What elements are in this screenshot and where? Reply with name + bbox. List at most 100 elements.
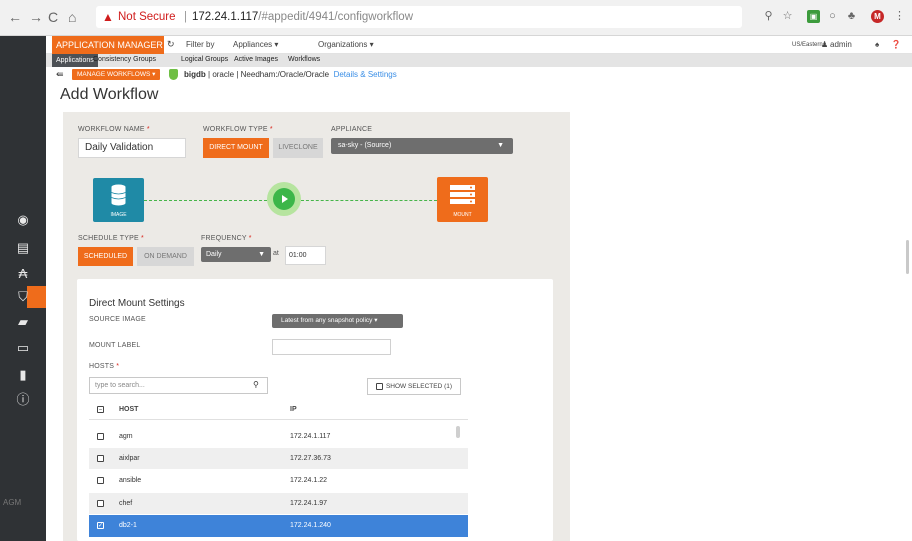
extension-circle-icon[interactable]: ○	[826, 10, 839, 23]
manage-workflows-button[interactable]: MANAGE WORKFLOWS ▾	[72, 69, 161, 80]
info-icon[interactable]: ⓘ	[15, 392, 31, 408]
time-input[interactable]: 01:00	[285, 246, 326, 265]
reload-icon[interactable]: C	[48, 9, 58, 25]
sidebar-footer-label: AGM	[3, 498, 22, 507]
refresh-icon[interactable]: ↻	[167, 39, 175, 50]
tab-consistency-groups[interactable]: Consistency Groups	[93, 56, 156, 63]
breadcrumb: ⇚ MANAGE WORKFLOWS ▾ bigdb | oracle | Ne…	[46, 67, 912, 82]
application-manager-menu[interactable]: APPLICATION MANAGER	[52, 36, 164, 54]
column-host[interactable]: HOST	[119, 406, 138, 413]
row-checkbox[interactable]	[97, 455, 104, 462]
connector-line-right	[301, 200, 437, 201]
column-ip[interactable]: IP	[290, 406, 297, 413]
notifications-icon[interactable]: ♠	[875, 40, 879, 49]
manage-workflows-label: MANAGE WORKFLOWS	[77, 71, 151, 78]
hosts-table-header: – HOST IP	[89, 400, 468, 420]
mount-label-input[interactable]	[272, 339, 391, 355]
back-icon[interactable]: ←	[8, 9, 22, 25]
appliances-dropdown[interactable]: Appliances ▾	[233, 40, 278, 49]
host-name: aixlpar	[119, 455, 140, 462]
select-all-checkbox[interactable]: –	[97, 406, 104, 413]
scheduled-button[interactable]: SCHEDULED	[78, 247, 133, 266]
user-icon: ♟	[821, 40, 829, 49]
details-settings-link[interactable]: Details & Settings	[334, 70, 397, 79]
host-ip: 172.24.1.240	[290, 522, 331, 529]
back-arrow-icon[interactable]: ⇚	[56, 69, 64, 80]
extension-icon[interactable]: ▣	[807, 10, 820, 23]
host-name: agm	[119, 433, 133, 440]
warning-icon: ▲	[102, 10, 114, 24]
source-image-select[interactable]: Latest from any snapshot policy ▾	[272, 314, 403, 328]
workflow-name-label: WORKFLOW NAME *	[78, 126, 150, 133]
image-node[interactable]: IMAGE	[93, 178, 144, 222]
tab-workflows[interactable]: Workflows	[288, 56, 320, 63]
forward-icon[interactable]: →	[29, 9, 43, 25]
on-demand-button[interactable]: ON DEMAND	[137, 247, 194, 266]
row-checkbox-checked[interactable]: ✓	[97, 522, 104, 529]
table-row[interactable]: aixlpar 172.27.36.73	[89, 448, 468, 469]
address-bar[interactable]: ▲ Not Secure | 172.24.1.117/#appedit/494…	[96, 6, 742, 28]
home-icon[interactable]: ⌂	[68, 9, 76, 25]
filter-by-label: Filter by	[186, 40, 215, 49]
shield-nav-icon[interactable]: ⛉	[15, 289, 31, 305]
table-row-selected[interactable]: ✓ db2-1 172.24.1.240	[89, 515, 468, 537]
image-node-label: IMAGE	[110, 212, 127, 218]
shield-status-icon	[169, 69, 178, 80]
dashboard-icon[interactable]: ◉	[15, 212, 31, 228]
source-image-label: SOURCE IMAGE	[89, 316, 146, 323]
monitor-icon[interactable]: ▭	[15, 340, 31, 356]
row-checkbox[interactable]	[97, 477, 104, 484]
show-selected-toggle[interactable]: SHOW SELECTED (1)	[367, 378, 461, 395]
breadcrumb-path: Needham:/Oracle/Oracle	[240, 70, 330, 79]
address-separator: |	[184, 11, 187, 23]
page-scrollbar[interactable]	[906, 240, 909, 274]
timezone-label: US/Eastern	[792, 42, 823, 48]
app-header: APPLICATION MANAGER ↻ Filter by Applianc…	[46, 36, 912, 54]
mount-node[interactable]: MOUNT	[437, 177, 488, 222]
appliance-select[interactable]: sa-sky - (Source) ▼	[331, 138, 513, 154]
host-name: ansible	[119, 477, 142, 484]
tab-logical-groups[interactable]: Logical Groups	[181, 56, 228, 63]
help-icon[interactable]: ❓	[891, 40, 901, 49]
storage-icon[interactable]: ▰	[15, 314, 31, 330]
frequency-label: FREQUENCY *	[201, 235, 252, 242]
url-host: 172.24.1.117	[192, 11, 259, 23]
chevron-down-icon: ▼	[497, 142, 504, 149]
browser-toolbar: ← → C ⌂ ▲ Not Secure | 172.24.1.117/#app…	[0, 0, 912, 36]
organizations-dropdown[interactable]: Organizations ▾	[318, 40, 374, 49]
table-row[interactable]: agm 172.24.1.117	[89, 426, 468, 447]
extension-puzzle-icon[interactable]: ♣	[845, 10, 858, 23]
chevron-down-icon: ▼	[258, 251, 265, 258]
frequency-select[interactable]: Daily ▼	[201, 247, 271, 262]
row-checkbox[interactable]	[97, 500, 104, 507]
liveclone-button[interactable]: LIVECLONE	[273, 138, 323, 158]
host-ip: 172.27.36.73	[290, 455, 331, 462]
play-icon[interactable]	[273, 188, 295, 210]
table-scrollbar[interactable]	[456, 426, 460, 438]
bookmark-star-icon[interactable]: ☆	[781, 10, 794, 23]
appliance-label: APPLIANCE	[331, 126, 373, 133]
profile-avatar[interactable]: M	[871, 10, 884, 23]
backup-icon[interactable]: ▤	[15, 240, 31, 256]
table-row[interactable]: chef 172.24.1.97	[89, 493, 468, 514]
table-row[interactable]: ansible 172.24.1.22	[89, 470, 468, 491]
browser-menu-icon[interactable]: ⋮	[893, 10, 906, 23]
direct-mount-button[interactable]: DIRECT MOUNT	[203, 138, 269, 158]
connector-line-left	[144, 200, 267, 201]
host-name: db2-1	[119, 522, 137, 529]
tab-active-images[interactable]: Active Images	[234, 56, 278, 63]
host-ip: 172.24.1.117	[290, 433, 331, 440]
zoom-icon[interactable]: ⚲	[762, 10, 775, 23]
workflow-type-label: WORKFLOW TYPE *	[203, 126, 273, 133]
checkbox-icon	[375, 382, 383, 390]
appliance-value: sa-sky - (Source)	[338, 142, 392, 149]
workflow-name-input[interactable]: Daily Validation	[78, 138, 186, 158]
mount-label-label: MOUNT LABEL	[89, 342, 141, 349]
tab-applications[interactable]: Applications	[52, 54, 98, 67]
analytics-icon[interactable]: ▮	[15, 367, 31, 383]
user-name[interactable]: admin	[830, 40, 852, 49]
app-name: APPLICATION MANAGER	[56, 40, 163, 50]
reports-icon[interactable]: ₳	[15, 266, 31, 282]
row-checkbox[interactable]	[97, 433, 104, 440]
host-search-input[interactable]: type to search...	[89, 377, 268, 394]
